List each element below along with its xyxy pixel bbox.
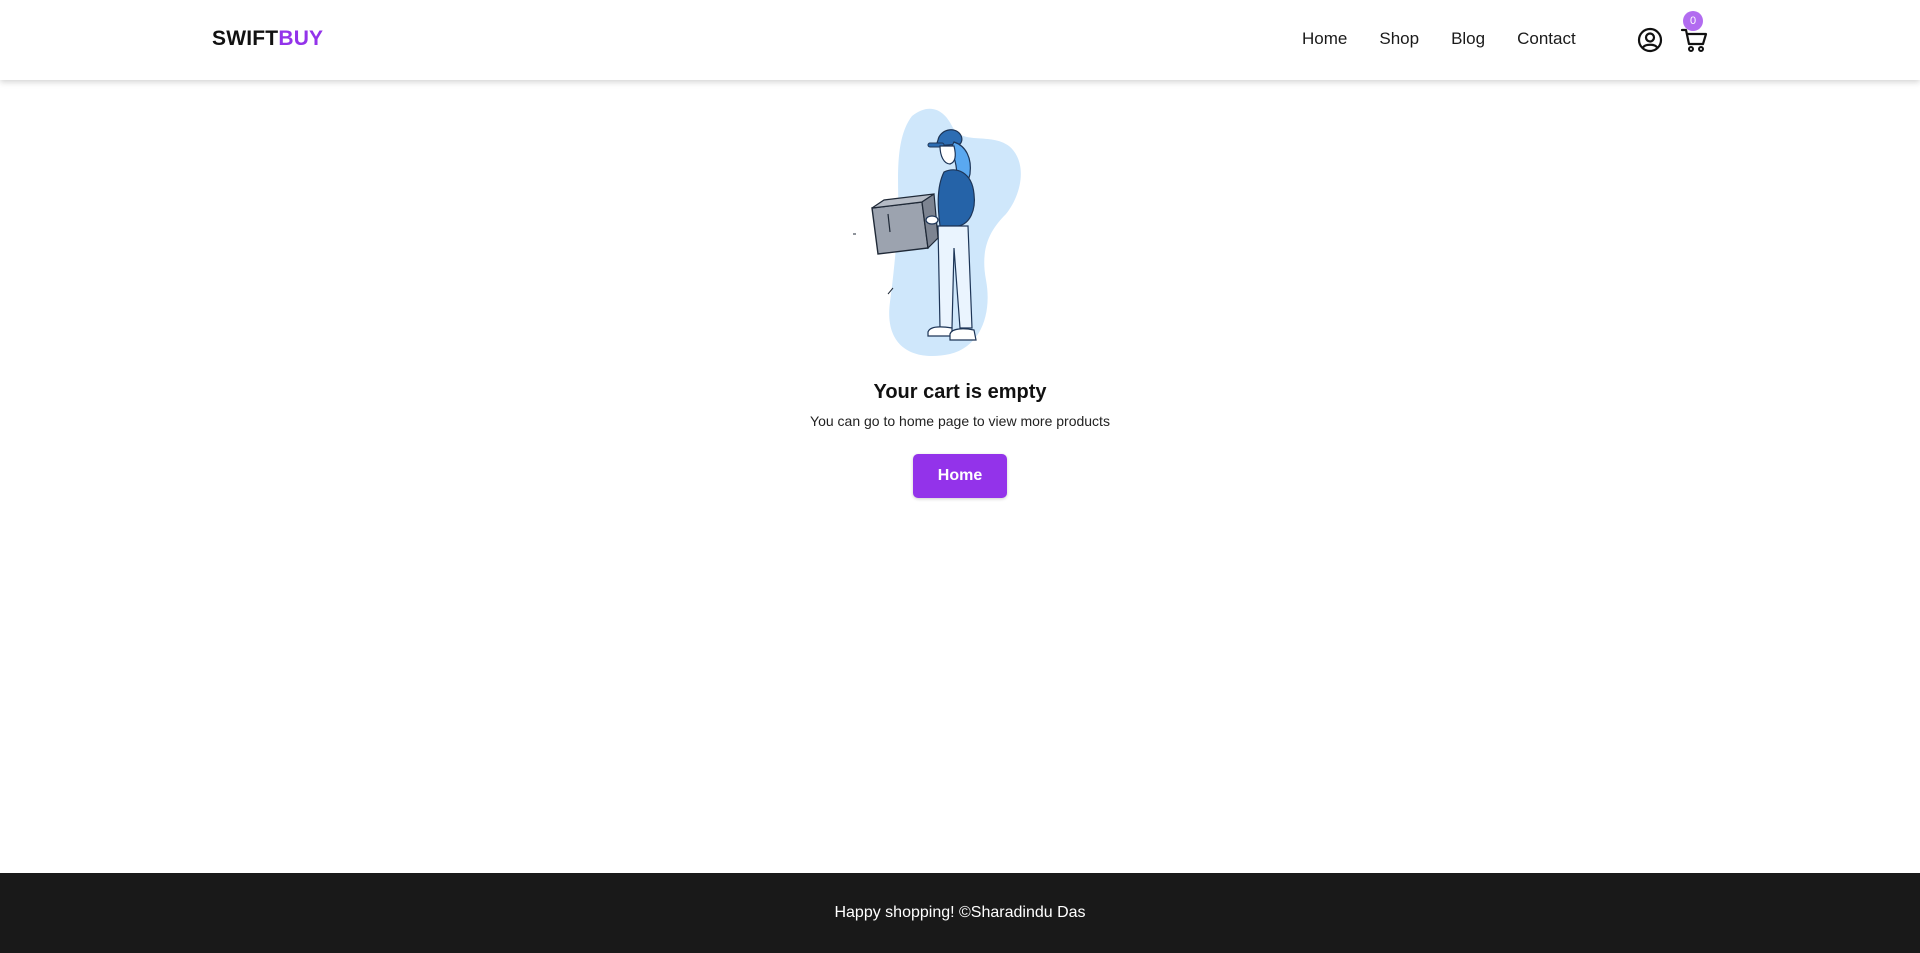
empty-cart-section: Your cart is empty You can go to home pa…: [0, 80, 1920, 873]
brand-logo-part2: BUY: [278, 27, 324, 50]
footer-text: Happy shopping! ©Sharadindu Das: [834, 904, 1086, 921]
delivery-person-illustration: [840, 102, 1080, 364]
nav-link-home[interactable]: Home: [1302, 29, 1347, 49]
footer: Happy shopping! ©Sharadindu Das: [0, 873, 1920, 953]
go-home-button[interactable]: Home: [913, 454, 1007, 498]
nav-links: Home Shop Blog Contact: [1302, 29, 1576, 49]
brand-logo-part1: SWIFT: [212, 27, 279, 50]
navbar: SWIFTBUY Home Shop Blog Contact 0: [0, 0, 1920, 80]
empty-cart-title: Your cart is empty: [873, 381, 1047, 403]
brand-logo[interactable]: SWIFTBUY: [212, 27, 323, 51]
nav-link-shop[interactable]: Shop: [1379, 29, 1419, 49]
cart-count-badge: 0: [1683, 11, 1703, 31]
empty-cart-subtitle: You can go to home page to view more pro…: [810, 413, 1110, 429]
user-circle-icon[interactable]: [1637, 27, 1663, 53]
nav-link-blog[interactable]: Blog: [1451, 29, 1485, 49]
nav-link-contact[interactable]: Contact: [1517, 29, 1576, 49]
